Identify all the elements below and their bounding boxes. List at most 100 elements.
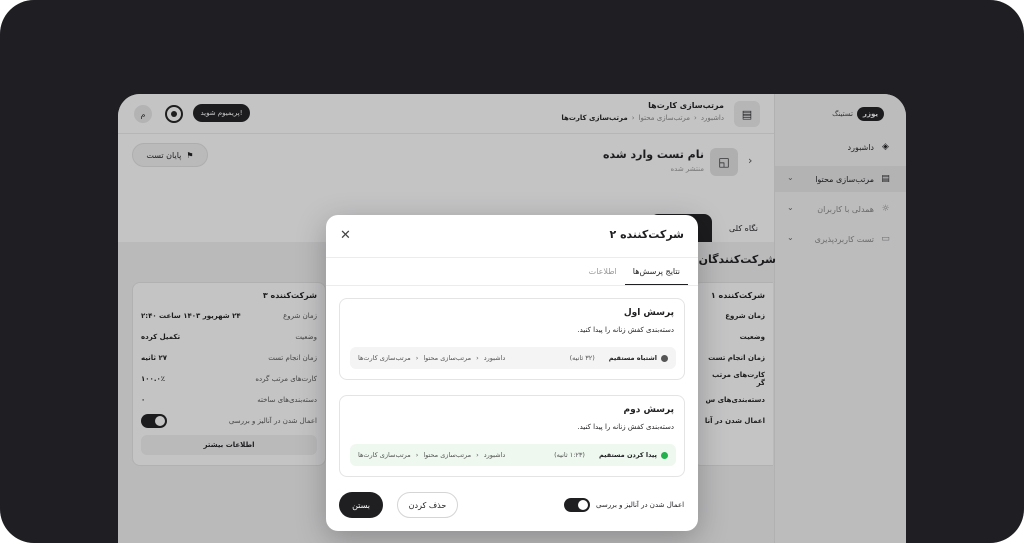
tab-question-results[interactable]: نتایج پرسش‌ها — [624, 260, 688, 286]
bulb-icon: ☼ — [881, 204, 890, 214]
path-item: مرتب‌سازی کارت‌ها — [358, 451, 411, 459]
card-sort-icon: ▤ — [881, 174, 890, 184]
detail-row: زمان شروع ۲۴ شهریور ۱۴۰۳ ساعت ۲:۴۰ — [141, 305, 317, 326]
path-item: مرتب‌سازی محتوا — [423, 354, 472, 362]
more-info-button[interactable]: اطلاعات بیشتر — [141, 435, 317, 455]
detail-row: دسته‌بندی‌های ساخته ۰ — [141, 389, 317, 410]
detail-label: کارت‌های مرتب گرده — [255, 374, 317, 383]
sidebar-item-label: داشبورد — [847, 142, 874, 152]
path-item: داشبورد — [483, 354, 506, 362]
participant-card: شرکت‌کننده ۱ زمان شروع وضعیت زمان انجام … — [693, 282, 773, 466]
chevron-left-icon: ‹ — [631, 114, 635, 122]
chevron-down-icon: ⌄ — [787, 203, 794, 212]
toggle-label: اعمال شدن در آنالیز و بررسی — [596, 501, 685, 509]
detail-row: اعمال شدن در آنا — [702, 410, 765, 431]
divider — [326, 285, 698, 286]
path-item: مرتب‌سازی کارت‌ها — [358, 354, 411, 362]
question-title: پرسش اول — [623, 308, 674, 318]
breadcrumb-item[interactable]: داشبورد — [701, 114, 724, 122]
brand-logo[interactable]: یوزر تستینگ — [832, 107, 884, 121]
page-title: مرتب‌سازی کارت‌ها — [648, 101, 724, 110]
detail-row: دسته‌بندی‌های س — [702, 389, 765, 410]
sidebar-item-empathy[interactable]: ☼ همدلی با کاربران ⌄ — [775, 196, 906, 222]
card-sort-icon: ▤ — [734, 101, 760, 127]
chevron-left-icon: ‹ — [476, 451, 479, 459]
tab-overview[interactable]: نگاه کلی — [716, 214, 771, 242]
detail-value: ۲۴ شهریور ۱۴۰۳ ساعت ۲:۴۰ — [141, 311, 241, 320]
analysis-toggle[interactable] — [564, 498, 590, 512]
detail-row: زمان انجام تست — [702, 347, 765, 368]
test-status: منتشر شده — [670, 165, 704, 173]
end-test-button[interactable]: پایان تست ⚑ — [132, 143, 208, 167]
detail-value: تکمیل کرده — [141, 332, 181, 341]
detail-value: ۰ — [141, 395, 146, 404]
chevron-down-icon: ⌄ — [787, 173, 794, 182]
target-icon[interactable] — [165, 105, 183, 123]
premium-button[interactable]: پریمیوم شوید! — [193, 104, 250, 122]
result-status: اشتباه مستقیم — [609, 354, 668, 362]
close-icon[interactable]: ✕ — [340, 228, 351, 243]
detail-row: کارت‌های مرتب گرده ۱۰۰.۰٪ — [141, 368, 317, 389]
question-result: پیدا کردن مستقیم (۱:۲۳ ثانیه) داشبورد ‹ م… — [350, 444, 676, 466]
detail-label: زمان انجام تست — [708, 353, 765, 362]
result-label: پیدا کردن مستقیم — [598, 451, 657, 459]
participant-title: شرکت‌کننده ۳ — [262, 291, 317, 300]
detail-row: اعمال شدن در آنالیز و بررسی — [141, 410, 317, 431]
result-path: داشبورد ‹ مرتب‌سازی محتوا ‹ مرتب‌سازی کارت… — [358, 354, 505, 362]
brand-text: تستینگ — [832, 110, 853, 118]
chevron-left-icon: ‹ — [476, 354, 479, 362]
divider — [326, 257, 698, 258]
detail-label: وضعیت — [295, 332, 317, 341]
result-time: (۱:۲۳ ثانیه) — [554, 451, 585, 459]
tab-info[interactable]: اطلاعات — [581, 260, 625, 286]
test-icon: ◱ — [710, 148, 738, 176]
question-text: دسته‌بندی کفش زنانه را پیدا کنید. — [577, 423, 674, 431]
toggle-label: اعمال شدن در آنالیز و بررسی — [228, 416, 317, 425]
detail-value: ۱۰۰.۰٪ — [141, 374, 166, 383]
result-status: پیدا کردن مستقیم — [599, 451, 668, 459]
question-card: پرسش اول دسته‌بندی کفش زنانه را پیدا کنی… — [339, 298, 685, 380]
detail-label: زمان شروع — [283, 311, 317, 320]
result-label: اشتباه مستقیم — [608, 354, 657, 362]
participant-title: شرکت‌کننده ۱ — [710, 291, 765, 300]
sidebar-item-content-sort[interactable]: ▤ مرتب‌سازی محتوا ⌄ — [775, 166, 906, 192]
detail-label: زمان شروع — [725, 311, 765, 320]
sidebar-item-label: مرتب‌سازی محتوا — [815, 174, 874, 184]
path-item: مرتب‌سازی محتوا — [423, 451, 472, 459]
detail-label: وضعیت — [739, 332, 765, 341]
sidebar: یوزر تستینگ ◈ داشبورد ▤ مرتب‌سازی محتوا … — [774, 94, 906, 543]
test-name: نام تست وارد شده — [602, 148, 704, 161]
chevron-down-icon: ⌄ — [787, 233, 794, 242]
participant-modal: ✕ شرکت‌کننده ۲ نتایج پرسش‌ها اطلاعات پرس… — [326, 215, 698, 531]
detail-row: وضعیت تکمیل کرده — [141, 326, 317, 347]
delete-button[interactable]: حذف کردن — [397, 492, 458, 518]
modal-tabs: نتایج پرسش‌ها اطلاعات — [581, 260, 688, 286]
brand-pill: یوزر — [856, 107, 884, 121]
avatar[interactable]: م — [134, 105, 152, 123]
detail-label: دسته‌بندی‌های س — [705, 395, 765, 404]
detail-row: زمان شروع — [702, 305, 765, 326]
breadcrumb: داشبورد ‹ مرتب‌سازی محتوا ‹ مرتب‌سازی کا… — [561, 114, 724, 122]
question-title: پرسش دوم — [623, 405, 675, 415]
status-dot-icon — [661, 451, 668, 459]
close-button[interactable]: بستن — [339, 492, 383, 518]
question-card: پرسش دوم دسته‌بندی کفش زنانه را پیدا کنی… — [339, 395, 685, 477]
sidebar-item-dashboard[interactable]: ◈ داشبورد — [775, 134, 906, 160]
detail-label: دسته‌بندی‌های ساخته — [257, 395, 317, 404]
detail-label: کارت‌های مرتب گر — [712, 370, 765, 387]
chevron-left-icon: ‹ — [415, 451, 419, 459]
section-title: شرکت‌کنندگان — [698, 253, 776, 266]
participant-card: شرکت‌کننده ۳ زمان شروع ۲۴ شهریور ۱۴۰۳ ساع… — [132, 282, 326, 466]
chevron-right-icon[interactable]: › — [748, 154, 752, 167]
sidebar-item-label: تست کاربردپذیری — [814, 234, 874, 244]
detail-row: کارت‌های مرتب گر — [702, 368, 765, 389]
path-item: داشبورد — [483, 451, 506, 459]
detail-label: اعمال شدن در آنا — [704, 416, 765, 425]
breadcrumb-current: مرتب‌سازی کارت‌ها — [561, 114, 628, 122]
analysis-toggle[interactable] — [141, 413, 167, 428]
question-result: اشتباه مستقیم (۳۲ ثانیه) داشبورد ‹ مرتب‌س… — [350, 347, 676, 369]
breadcrumb-item[interactable]: مرتب‌سازی محتوا — [639, 114, 690, 122]
sidebar-item-usability[interactable]: ▭ تست کاربردپذیری ⌄ — [775, 226, 906, 252]
sidebar-item-label: همدلی با کاربران — [817, 204, 874, 214]
end-test-label: پایان تست — [146, 150, 182, 160]
